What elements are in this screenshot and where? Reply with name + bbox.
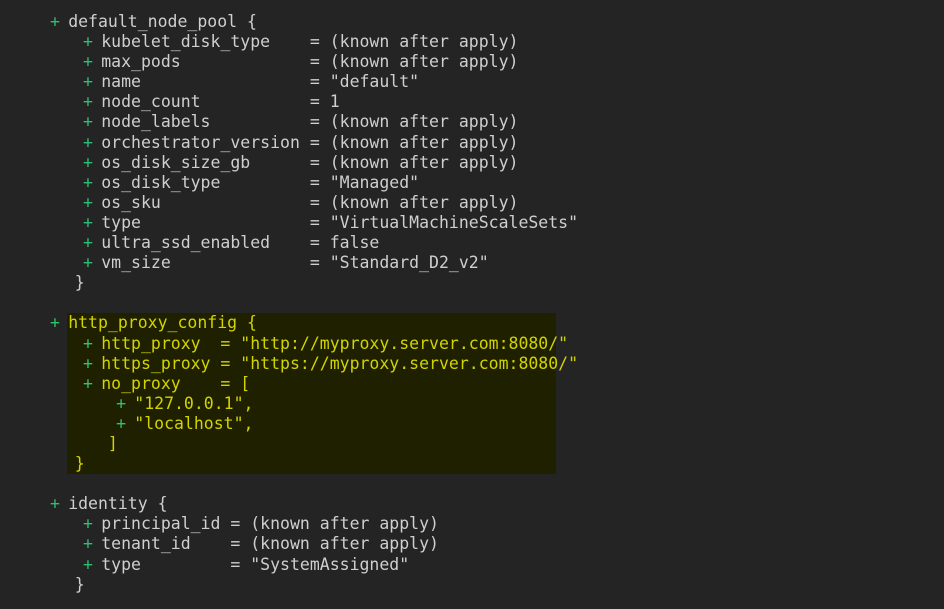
code-line: + "127.0.0.1", (0, 394, 944, 414)
code-text: os_sku = (known after apply) (101, 192, 519, 212)
code-line: + os_disk_size_gb = (known after apply) (0, 153, 944, 173)
code-text: default_node_pool { (68, 12, 257, 31)
diff-add-marker-icon: + (83, 373, 93, 393)
code-line: + max_pods = (known after apply) (0, 52, 944, 72)
code-line: + kubelet_disk_type = (known after apply) (0, 32, 944, 52)
diff-add-marker-icon: + (83, 514, 93, 534)
diff-add-marker-icon: + (83, 333, 93, 353)
code-line: + type = "VirtualMachineScaleSets" (0, 213, 944, 233)
code-line: + tenant_id = (known after apply) (0, 534, 944, 554)
code-line: + os_disk_type = "Managed" (0, 173, 944, 193)
diff-add-marker-icon: + (83, 52, 93, 72)
code-text: node_labels = (known after apply) (101, 112, 519, 132)
code-text: tenant_id = (known after apply) (101, 534, 439, 554)
diff-add-marker-icon: + (116, 413, 127, 433)
code-text: "localhost", (134, 413, 254, 433)
code-line: + https_proxy = "https://myproxy.server.c… (0, 354, 944, 374)
diff-add-marker-icon: + (83, 353, 93, 373)
code-block-default_node_pool: + default_node_pool {+ kubelet_disk_type =… (0, 12, 944, 293)
diff-add-marker-icon: + (83, 112, 93, 132)
code-text: } (74, 273, 85, 293)
diff-add-marker-icon: + (83, 212, 93, 232)
code-block-http_proxy_config: + http_proxy_config {+ http_proxy = "http:… (0, 313, 944, 475)
code-text: https_proxy = "https://myproxy.server.co… (101, 353, 579, 373)
diff-add-marker-icon: + (83, 253, 93, 273)
code-line: + name = "default" (0, 72, 944, 92)
code-text: vm_size = "Standard_D2_v2" (101, 253, 489, 273)
diff-add-marker-icon: + (83, 192, 93, 212)
terminal-window: + default_node_pool {+ kubelet_disk_type =… (0, 0, 944, 609)
code-line: + node_count = 1 (0, 92, 944, 112)
diff-add-marker-icon: + (83, 132, 93, 152)
diff-add-marker-icon: + (83, 92, 93, 112)
code-line: } (0, 273, 944, 293)
diff-add-marker-icon: + (83, 534, 93, 554)
code-line: } (0, 454, 944, 474)
code-line: + orchestrator_version = (known after app… (0, 133, 944, 153)
code-block-identity: + identity {+ principal_id = (known after … (0, 494, 944, 594)
code-line: + no_proxy = [ (0, 374, 944, 394)
diff-add-marker-icon: + (50, 313, 60, 333)
code-line: + "localhost", (0, 414, 944, 434)
code-line: + http_proxy_config { (0, 313, 944, 333)
code-line: + principal_id = (known after apply) (0, 514, 944, 534)
diff-add-marker-icon: + (116, 393, 127, 413)
code-text: type = "VirtualMachineScaleSets" (101, 212, 579, 232)
code-line: + os_sku = (known after apply) (0, 193, 944, 213)
code-text: os_disk_size_gb = (known after apply) (101, 152, 519, 172)
code-text: name = "default" (101, 72, 420, 92)
code-text: max_pods = (known after apply) (101, 52, 519, 72)
code-line: + type = "SystemAssigned" (0, 555, 944, 575)
diff-add-marker-icon: + (50, 12, 60, 31)
code-line: + node_labels = (known after apply) (0, 112, 944, 132)
code-line: + identity { (0, 494, 944, 514)
code-line: + ultra_ssd_enabled = false (0, 233, 944, 253)
diff-add-marker-icon: + (83, 172, 93, 192)
diff-add-marker-icon: + (83, 233, 93, 253)
diff-add-marker-icon: + (83, 152, 93, 172)
code-text: orchestrator_version = (known after appl… (101, 132, 519, 152)
code-text: no_proxy = [ (101, 373, 251, 393)
terraform-plan-output: + default_node_pool {+ kubelet_disk_type =… (0, 0, 944, 609)
code-text: http_proxy = "http://myproxy.server.com:… (101, 333, 569, 353)
code-text: os_disk_type = "Managed" (101, 172, 420, 192)
code-text: http_proxy_config { (68, 313, 257, 333)
code-text: principal_id = (known after apply) (101, 514, 439, 534)
code-text: "127.0.0.1", (134, 393, 254, 413)
code-block-blank-1 (0, 293, 944, 313)
code-line: + vm_size = "Standard_D2_v2" (0, 253, 944, 273)
code-text: kubelet_disk_type = (known after apply) (101, 32, 519, 52)
code-text: ] (107, 433, 118, 453)
code-text: identity { (68, 494, 168, 514)
code-line: + http_proxy = "http://myproxy.server.com… (0, 334, 944, 354)
code-line: + default_node_pool { (0, 12, 944, 32)
code-text: } (74, 454, 85, 474)
diff-add-marker-icon: + (83, 32, 93, 52)
code-text: type = "SystemAssigned" (101, 554, 410, 574)
code-line: } (0, 575, 944, 595)
code-line: ] (0, 434, 944, 454)
code-text: node_count = 1 (101, 92, 340, 112)
code-text: ultra_ssd_enabled = false (101, 233, 380, 253)
diff-add-marker-icon: + (50, 494, 60, 514)
diff-add-marker-icon: + (83, 72, 93, 92)
code-text: } (74, 574, 85, 594)
code-block-blank-2 (0, 474, 944, 494)
diff-add-marker-icon: + (83, 554, 93, 574)
